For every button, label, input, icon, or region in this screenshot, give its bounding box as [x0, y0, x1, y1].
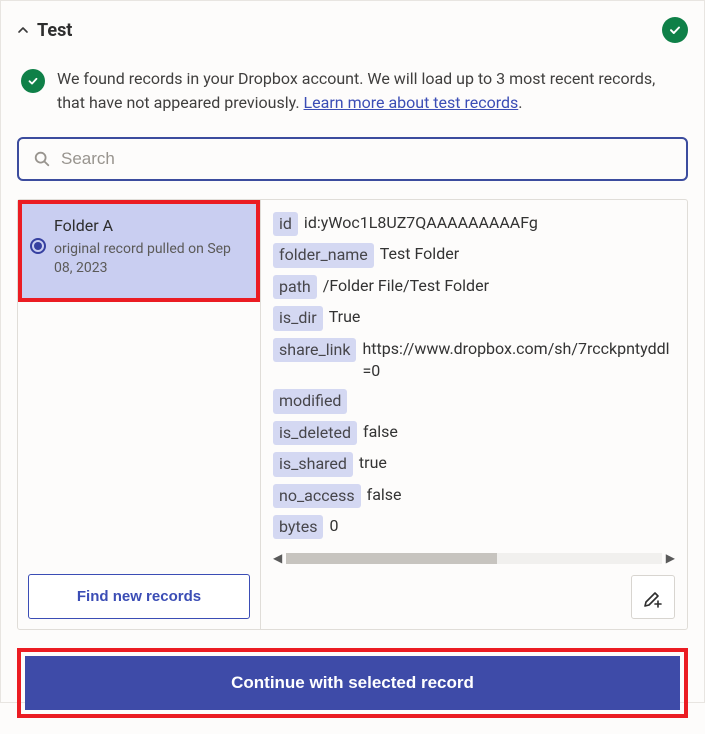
records-panel: Folder A original record pulled on Sep 0… — [17, 199, 688, 630]
continue-button[interactable]: Continue with selected record — [25, 656, 680, 710]
detail-value: false — [367, 484, 402, 506]
header-left[interactable]: Test — [17, 20, 72, 41]
edit-button[interactable] — [631, 575, 675, 619]
record-title: Folder A — [54, 216, 246, 235]
detail-row: path /Folder File/Test Folder — [273, 275, 675, 299]
info-text-after: . — [518, 93, 522, 112]
detail-key: no_access — [273, 484, 361, 508]
detail-row: is_deleted false — [273, 421, 675, 445]
continue-highlight: Continue with selected record — [17, 648, 688, 718]
detail-row: share_link https://www.dropbox.com/sh/7r… — [273, 338, 675, 383]
search-box[interactable] — [17, 137, 688, 181]
detail-value: https://www.dropbox.com/sh/7rcckpntyddl=… — [362, 338, 675, 383]
detail-value: /Folder File/Test Folder — [323, 275, 489, 297]
scroll-right-icon[interactable]: ▶ — [666, 551, 675, 565]
detail-value: Test Folder — [380, 243, 459, 265]
detail-row: bytes 0 — [273, 515, 675, 539]
detail-row: no_access false — [273, 484, 675, 508]
detail-key: modified — [273, 389, 347, 413]
detail-row: is_dir True — [273, 306, 675, 330]
detail-key: bytes — [273, 515, 323, 539]
pencil-plus-icon — [642, 586, 664, 608]
record-subtitle: original record pulled on Sep 08, 2023 — [54, 240, 246, 278]
detail-key: is_deleted — [273, 421, 357, 445]
detail-key: share_link — [273, 338, 356, 362]
detail-value: id:yWoc1L8UZ7QAAAAAAAAAFg — [304, 212, 538, 234]
radio-selected-icon[interactable] — [30, 238, 46, 254]
status-success-icon — [662, 17, 688, 43]
scroll-track[interactable] — [286, 553, 662, 564]
info-message: We found records in your Dropbox account… — [17, 67, 688, 115]
detail-value: false — [363, 421, 398, 443]
scroll-left-icon[interactable]: ◀ — [273, 551, 282, 565]
detail-row: id id:yWoc1L8UZ7QAAAAAAAAAFg — [273, 212, 675, 236]
chevron-up-icon — [17, 24, 29, 36]
records-list: Folder A original record pulled on Sep 0… — [18, 200, 261, 629]
info-text: We found records in your Dropbox account… — [57, 67, 684, 115]
horizontal-scrollbar[interactable]: ◀ ▶ — [273, 551, 675, 565]
detail-value: true — [359, 452, 387, 474]
detail-key: id — [273, 212, 298, 236]
detail-row: is_shared true — [273, 452, 675, 476]
find-new-records-button[interactable]: Find new records — [28, 574, 250, 619]
section-header: Test — [17, 17, 688, 43]
search-icon — [33, 150, 51, 168]
detail-row: folder_name Test Folder — [273, 243, 675, 267]
detail-row: modified — [273, 389, 675, 413]
detail-key: is_dir — [273, 306, 323, 330]
detail-key: folder_name — [273, 243, 374, 267]
check-circle-icon — [21, 69, 45, 93]
learn-more-link[interactable]: Learn more about test records — [304, 93, 519, 112]
record-item[interactable]: Folder A original record pulled on Sep 0… — [18, 200, 260, 302]
detail-value: 0 — [329, 515, 338, 537]
detail-value: True — [329, 306, 361, 328]
search-input[interactable] — [61, 149, 672, 169]
detail-key: is_shared — [273, 452, 353, 476]
record-details: id id:yWoc1L8UZ7QAAAAAAAAAFg folder_name… — [261, 200, 687, 629]
scroll-thumb[interactable] — [286, 553, 496, 564]
detail-key: path — [273, 275, 317, 299]
section-title: Test — [37, 20, 72, 41]
